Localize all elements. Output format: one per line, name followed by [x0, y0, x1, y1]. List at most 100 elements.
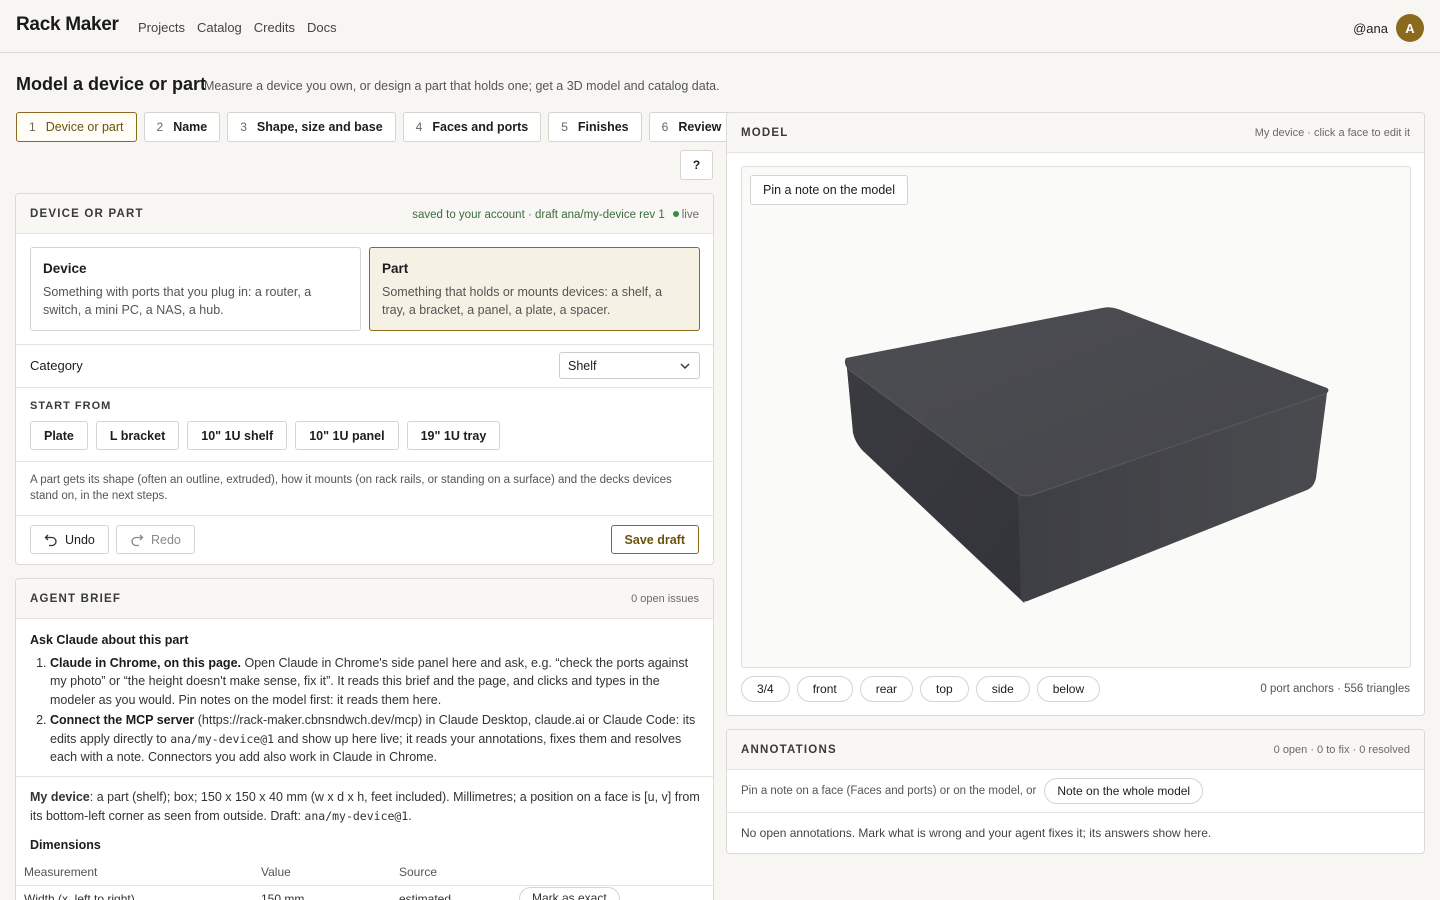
model-viewport[interactable]: Pin a note on the model: [741, 166, 1411, 668]
view-top[interactable]: top: [920, 676, 969, 702]
step-finishes[interactable]: 5 Finishes: [548, 112, 642, 142]
view-buttons: 3/4 front rear top side below: [741, 676, 1101, 702]
category-value: Shelf: [568, 358, 597, 373]
cell-measurement: Width (x, left to right): [24, 892, 135, 900]
list-item: Claude in Chrome, on this page. Open Cla…: [50, 654, 699, 710]
live-dot-icon: [672, 211, 679, 218]
panel-title: ANNOTATIONS: [741, 743, 837, 756]
view-side[interactable]: side: [975, 676, 1030, 702]
step-label: Review: [678, 120, 722, 134]
draft-code: ana/my-device@1: [304, 809, 409, 823]
agent-brief-body: Ask Claude about this part Claude in Chr…: [16, 619, 713, 781]
category-label: Category: [30, 358, 83, 373]
redo-icon: [131, 534, 144, 546]
user-menu[interactable]: @ana A: [1353, 14, 1424, 42]
annotation-actions: Pin a note on a face (Faces and ports) o…: [741, 778, 1204, 804]
redo-label: Redo: [151, 532, 181, 547]
step-label: Faces and ports: [432, 120, 529, 134]
main-nav: Projects Catalog Credits Docs: [138, 20, 337, 35]
divider: [16, 776, 713, 777]
redo-button[interactable]: Redo: [116, 525, 195, 554]
nav-catalog[interactable]: Catalog: [197, 20, 242, 35]
divider: [16, 344, 713, 345]
step-number: 4: [415, 120, 423, 134]
template-10in-1u-panel[interactable]: 10" 1U panel: [295, 421, 399, 450]
annotation-hint: Pin a note on a face (Faces and ports) o…: [741, 785, 1037, 797]
undo-icon: [44, 534, 57, 546]
page-title: Model a device or part: [16, 74, 207, 94]
step-device-or-part[interactable]: 1 Device or part: [16, 112, 137, 142]
view-front[interactable]: front: [796, 676, 853, 702]
step-number: 1: [29, 120, 36, 134]
step-review[interactable]: 6 Review: [648, 112, 735, 142]
save-status: saved to your account · draft ana/my-dev…: [412, 206, 699, 221]
nav-docs[interactable]: Docs: [307, 20, 337, 35]
agent-brief-panel: AGENT BRIEF 0 open issues Ask Claude abo…: [15, 578, 714, 900]
annotation-counts: 0 open · 0 to fix · 0 resolved: [1273, 743, 1410, 756]
live-label: live: [681, 209, 699, 221]
choice-device[interactable]: Device Something with ports that you plu…: [30, 247, 361, 331]
col-measurement: Measurement: [24, 865, 98, 879]
col-value: Value: [261, 865, 291, 879]
template-19in-1u-tray[interactable]: 19" 1U tray: [406, 421, 501, 450]
step-label: Shape, size and base: [256, 120, 383, 134]
step-number: 2: [156, 120, 164, 134]
step-name[interactable]: 2 Name: [143, 112, 221, 142]
device-or-part-panel: DEVICE OR PART saved to your account · d…: [15, 193, 714, 565]
divider: [16, 515, 713, 516]
annotations-empty-state: No open annotations. Mark what is wrong …: [741, 826, 1212, 840]
undo-button[interactable]: Undo: [30, 525, 109, 554]
step-tabs: 1 Device or part 2 Name 3 Shape, size and b…: [16, 112, 735, 142]
undo-label: Undo: [65, 532, 95, 547]
panel-title: MODEL: [741, 126, 789, 139]
brand-logo[interactable]: Rack Maker: [16, 14, 119, 36]
dimensions-header: Measurement Value Source: [16, 860, 713, 886]
mark-exact-button[interactable]: Mark as exact: [519, 887, 620, 900]
my-device-summary: My device: a part (shelf); box; 150 x 15…: [30, 788, 702, 826]
nav-projects[interactable]: Projects: [138, 20, 185, 35]
template-plate[interactable]: Plate: [30, 421, 88, 450]
help-button[interactable]: ?: [680, 150, 713, 180]
view-rear[interactable]: rear: [859, 676, 914, 702]
panel-header: AGENT BRIEF 0 open issues: [16, 579, 713, 619]
choice-part[interactable]: Part Something that holds or mounts devi…: [369, 247, 700, 331]
part-note: A part gets its shape (often an outline,…: [30, 474, 672, 502]
template-10in-1u-shelf[interactable]: 10" 1U shelf: [187, 421, 288, 450]
item-title: Connect the MCP server: [50, 713, 195, 727]
avatar[interactable]: A: [1396, 14, 1424, 42]
my-device-label: My device: [30, 790, 90, 804]
choice-device-title: Device: [43, 261, 87, 276]
view-three-quarter[interactable]: 3/4: [741, 676, 790, 702]
agent-brief-list: Claude in Chrome, on this page. Open Cla…: [30, 654, 699, 767]
col-source: Source: [399, 865, 438, 879]
top-bar: Rack Maker Projects Catalog Credits Docs…: [0, 0, 1440, 53]
divider: [16, 461, 713, 462]
chevron-down-icon: [680, 363, 690, 369]
save-draft-button[interactable]: Save draft: [610, 525, 699, 554]
step-label: Finishes: [577, 120, 629, 134]
choice-part-title: Part: [382, 261, 409, 276]
open-issues-count: 0 open issues: [631, 592, 699, 605]
start-from-title: START FROM: [30, 400, 112, 412]
step-number: 6: [661, 120, 669, 134]
category-select[interactable]: Shelf: [559, 352, 700, 379]
choice-device-desc: Something with ports that you plug in: a…: [43, 285, 312, 317]
model-3d-box[interactable]: [742, 167, 1412, 669]
template-l-bracket[interactable]: L bracket: [95, 421, 180, 450]
item-title: Claude in Chrome, on this page.: [50, 655, 241, 670]
cell-value: 150 mm: [261, 892, 305, 900]
model-panel: MODEL My device · click a face to edit i…: [726, 112, 1425, 716]
annotations-panel: ANNOTATIONS 0 open · 0 to fix · 0 resolv…: [726, 729, 1425, 854]
step-label: Name: [173, 120, 208, 134]
step-shape-size-base[interactable]: 3 Shape, size and base: [227, 112, 396, 142]
step-number: 5: [561, 120, 568, 134]
note-whole-model-button[interactable]: Note on the whole model: [1044, 778, 1204, 804]
step-faces-and-ports[interactable]: 4 Faces and ports: [402, 112, 542, 142]
saved-status-text: saved to your account · draft ana/my-dev…: [412, 209, 665, 221]
nav-credits[interactable]: Credits: [254, 20, 295, 35]
step-label: Device or part: [45, 120, 124, 134]
panel-header: DEVICE OR PART saved to your account · d…: [16, 194, 713, 234]
view-below[interactable]: below: [1036, 676, 1101, 702]
page-subtitle: Measure a device you own, or design a pa…: [204, 79, 720, 93]
dimensions-title: Dimensions: [30, 838, 101, 852]
